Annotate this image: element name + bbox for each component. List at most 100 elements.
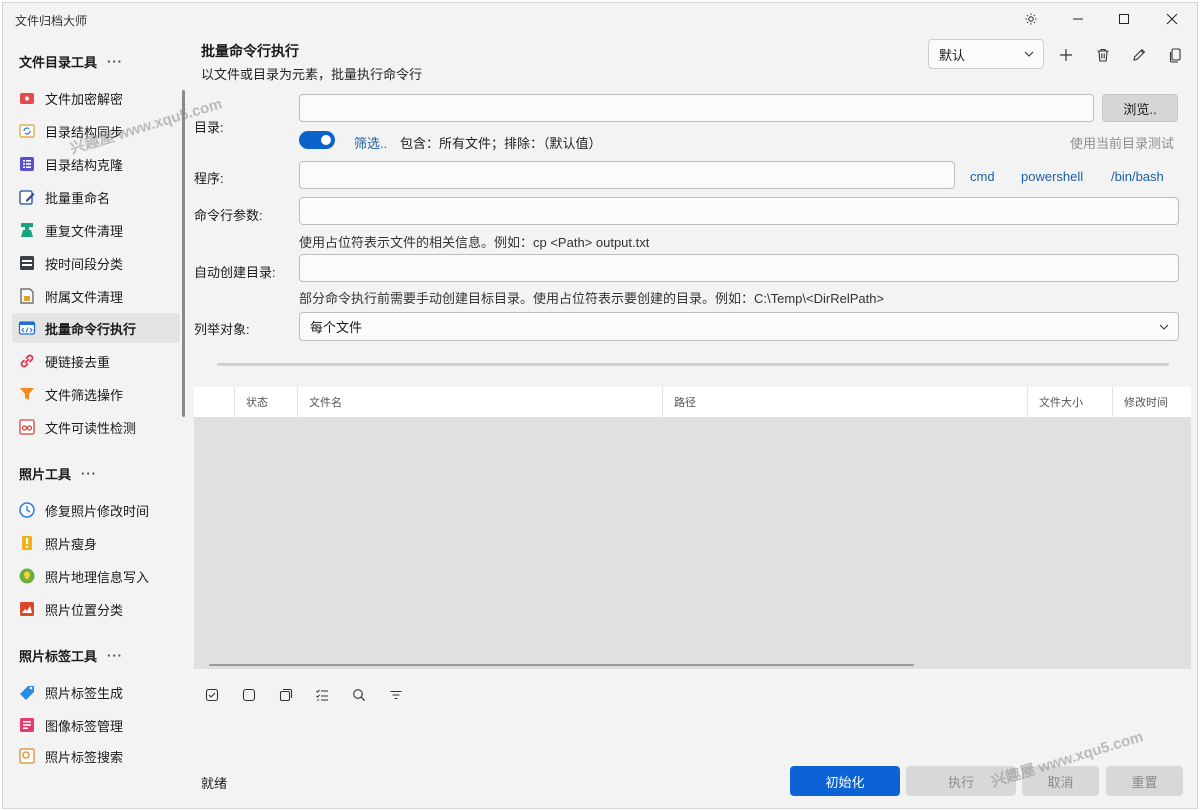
more-icon[interactable]: ··· — [107, 648, 123, 663]
maximize-icon — [1119, 14, 1129, 24]
search-button[interactable] — [350, 686, 368, 704]
calendar-sort-icon — [18, 254, 36, 272]
program-input[interactable] — [299, 161, 955, 189]
browse-button[interactable]: 浏览.. — [1102, 94, 1178, 122]
lock-button[interactable] — [55, 807, 79, 811]
args-hint: 使用占位符表示文件的相关信息。例如：cp <Path> output.txt — [299, 235, 650, 250]
sidebar-item-encrypt[interactable]: 文件加密解密 — [12, 83, 180, 113]
column-header-modified[interactable]: 修改时间 — [1113, 387, 1191, 417]
program-preset-bash[interactable]: /bin/bash — [1111, 169, 1164, 184]
funnel-icon — [18, 385, 36, 403]
copy-preset-button[interactable] — [1163, 43, 1187, 67]
minimize-button[interactable] — [1055, 3, 1101, 35]
initialize-button[interactable]: 初始化 — [790, 766, 900, 796]
program-preset-cmd[interactable]: cmd — [970, 169, 995, 184]
clock-icon — [18, 501, 36, 519]
autodir-hint: 部分命令执行前需要手动创建目标目录。使用占位符表示要创建的目录。例如：C:\Te… — [299, 291, 885, 306]
dir-input[interactable] — [299, 94, 1094, 122]
sidebar-item-duplicate-clean[interactable]: 重复文件清理 — [12, 215, 180, 245]
sidebar-item-label: 文件可读性检测 — [45, 420, 137, 436]
sidebar-item-fix-photo-time[interactable]: 修复照片修改时间 — [12, 495, 180, 525]
select-none-button[interactable] — [240, 686, 258, 704]
sidebar-item-readability[interactable]: 文件可读性检测 — [12, 412, 180, 442]
preset-value: 默认 — [939, 47, 966, 63]
sidebar-item-photo-geo[interactable]: 照片地理信息写入 — [12, 561, 180, 591]
sidebar-item-label: 按时间段分类 — [45, 256, 124, 272]
app-window: 文件归档大师 文件目录工具 ··· 文件加密解密 目录结构同步 目录结构克隆 批… — [2, 2, 1198, 809]
filter-button[interactable] — [387, 686, 405, 704]
attachment-file-icon — [18, 287, 36, 305]
close-button[interactable] — [1149, 3, 1195, 35]
table-header: 状态 文件名 路径 文件大小 修改时间 — [194, 387, 1191, 417]
filter-description: 包含：所有文件；排除：（默认值） — [400, 136, 602, 151]
test-current-dir-link[interactable]: 使用当前目录测试 — [1070, 133, 1174, 152]
sidebar-item-label: 照片标签搜索 — [45, 750, 124, 765]
filter-link[interactable]: 筛选.. — [354, 133, 387, 152]
theme-toggle-button[interactable] — [1008, 3, 1054, 35]
more-icon[interactable]: ··· — [81, 466, 97, 481]
sidebar-item-photo-compress[interactable]: 照片瘦身 — [12, 528, 180, 558]
preset-select[interactable]: 默认 — [928, 39, 1044, 69]
column-header-size[interactable]: 文件大小 — [1028, 387, 1113, 417]
sidebar-item-label: 附属文件清理 — [45, 289, 124, 305]
app-title: 文件归档大师 — [15, 14, 88, 28]
filter-lines-icon — [390, 690, 402, 700]
trash-icon — [1097, 48, 1109, 62]
edit-preset-button[interactable] — [1127, 43, 1151, 67]
program-preset-powershell[interactable]: powershell — [1021, 169, 1083, 184]
args-input[interactable] — [299, 197, 1179, 225]
enum-select[interactable]: 每个文件 — [299, 312, 1179, 341]
sidebar-item-batch-command[interactable]: 批量命令行执行 — [12, 313, 180, 343]
sidebar-item-label: 硬链接去重 — [45, 354, 111, 370]
sidebar-item-time-sort[interactable]: 按时间段分类 — [12, 248, 180, 278]
sidebar-item-label: 批量命令行执行 — [45, 321, 137, 337]
checklist-icon — [316, 689, 328, 701]
rename-pen-icon — [18, 188, 36, 206]
column-header-status[interactable]: 状态 — [235, 387, 298, 417]
reset-button[interactable]: 重置 — [1106, 766, 1183, 796]
column-header-path[interactable]: 路径 — [663, 387, 1028, 417]
lock-file-icon — [18, 89, 36, 107]
autodir-input[interactable] — [299, 254, 1179, 282]
more-icon[interactable]: ··· — [107, 54, 123, 69]
sidebar-item-batch-rename[interactable]: 批量重命名 — [12, 182, 180, 212]
sidebar-item-photo-location-sort[interactable]: 照片位置分类 — [12, 594, 180, 624]
location-map-icon — [18, 600, 36, 618]
close-icon — [1166, 13, 1178, 25]
group-header-label: 照片标签工具 — [19, 649, 98, 664]
filter-toggle[interactable] — [299, 131, 335, 149]
collapse-sidebar-button[interactable] — [153, 807, 177, 811]
settings-button[interactable] — [17, 807, 41, 811]
table-horizontal-scrollbar[interactable] — [209, 664, 914, 666]
autodir-label: 自动创建目录: — [194, 265, 276, 280]
invert-selection-button[interactable] — [277, 686, 295, 704]
sidebar-item-tag-generate[interactable]: 照片标签生成 — [12, 677, 180, 707]
sidebar-item-dir-clone[interactable]: 目录结构克隆 — [12, 149, 180, 179]
sidebar-item-file-filter[interactable]: 文件筛选操作 — [12, 379, 180, 409]
sidebar-item-tag-manage[interactable]: 图像标签管理 — [12, 710, 180, 740]
pencil-icon — [1133, 48, 1146, 61]
sidebar-item-label: 照片位置分类 — [45, 602, 124, 618]
group-header-label: 照片工具 — [19, 467, 72, 482]
group-header-label: 文件目录工具 — [19, 55, 98, 70]
sidebar-scrollbar[interactable] — [182, 90, 185, 417]
sidebar-item-hardlink[interactable]: 硬链接去重 — [12, 346, 180, 376]
column-header-select[interactable] — [194, 387, 235, 417]
checklist-button[interactable] — [313, 686, 331, 704]
sidebar-item-tag-search[interactable]: 照片标签搜索 — [12, 743, 180, 765]
sidebar-item-attachment-clean[interactable]: 附属文件清理 — [12, 281, 180, 311]
chevron-down-icon — [1159, 324, 1169, 330]
invert-select-icon — [279, 688, 293, 702]
add-preset-button[interactable] — [1054, 43, 1078, 67]
status-text: 就绪 — [201, 776, 228, 791]
delete-preset-button[interactable] — [1091, 43, 1115, 67]
checkbox-checked-icon — [205, 688, 219, 702]
select-all-button[interactable] — [203, 686, 221, 704]
copy-icon — [1169, 48, 1181, 63]
column-header-filename[interactable]: 文件名 — [298, 387, 663, 417]
sidebar-item-label: 重复文件清理 — [45, 223, 124, 239]
link-icon — [18, 352, 36, 370]
maximize-button[interactable] — [1101, 3, 1147, 35]
list-tree-icon — [18, 155, 36, 173]
map-pin-icon — [18, 567, 36, 585]
